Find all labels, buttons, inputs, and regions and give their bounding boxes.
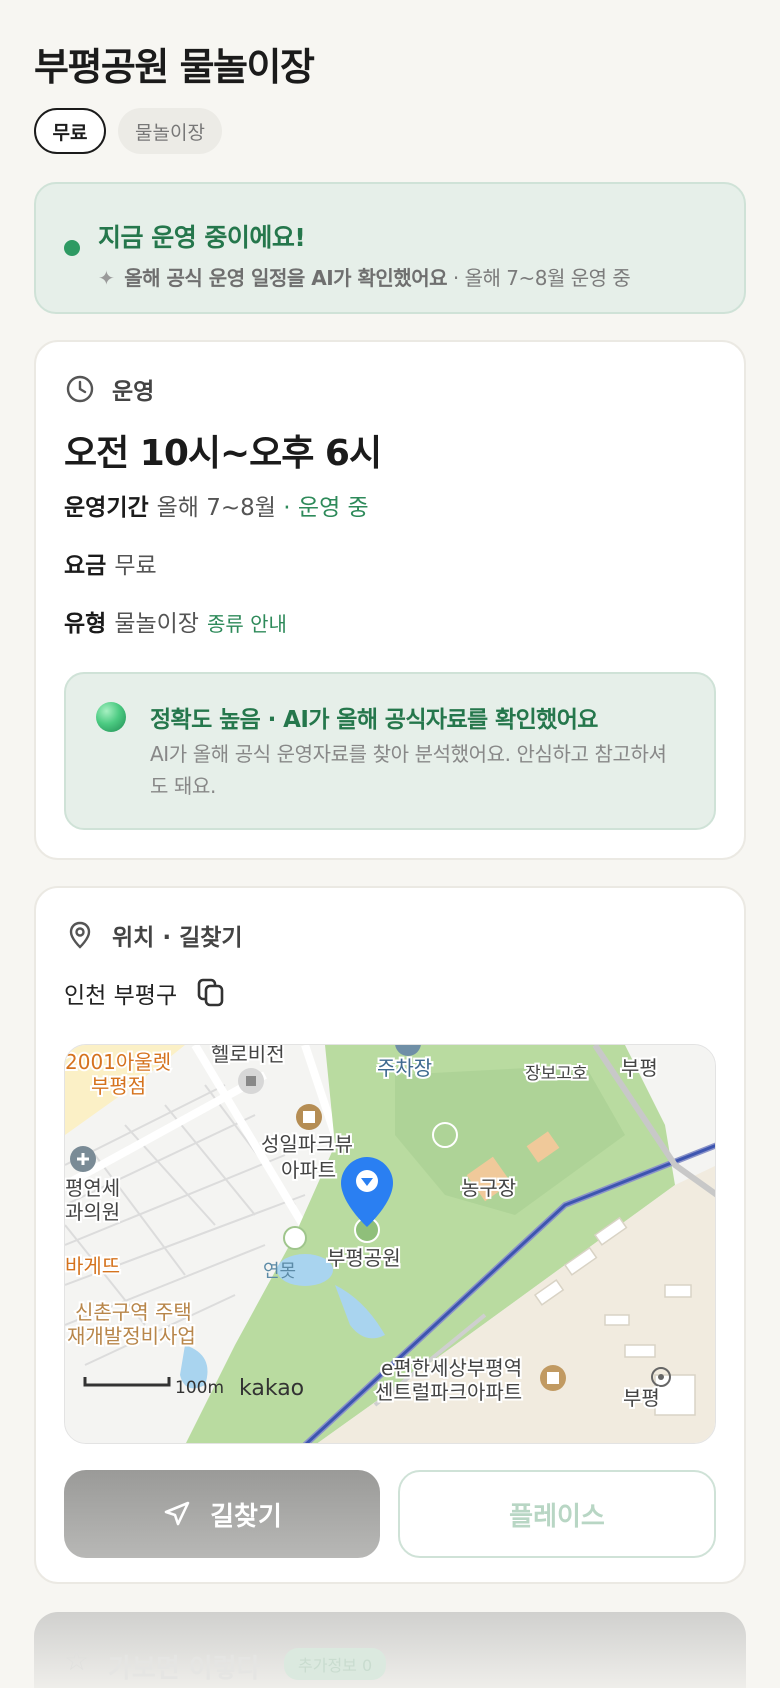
accuracy-description: AI가 올해 공식 운영자료를 찾아 분석했어요. 안심하고 참고하셔도 돼요. [150,742,667,798]
next-section-badge: 추가정보 0 [284,1648,387,1680]
map-label-pond: 연못 [263,1261,296,1282]
chip-fee[interactable]: 무료 [34,108,106,154]
clock-icon [66,375,94,403]
map-label-redev2: 재개발정비사업 [67,1324,196,1348]
map-label-school: 장보고호 [525,1064,588,1084]
map-label-court: 농구장 [461,1176,516,1200]
map-label-store: 2001아울렛 [65,1050,171,1074]
status-dot-icon [64,240,80,256]
accuracy-box: 정확도 높음 · AI가 올해 공식자료를 확인했어요 AI가 올해 공식 운영… [64,672,716,830]
map-label-clinic2: 과의원 [65,1200,120,1224]
map-scale: 100m [175,1378,224,1398]
map-label-station-top: 부평 [621,1056,658,1080]
map-label-apt2b: 센트럴파크아파트 [375,1380,522,1404]
map-brand: kakao [239,1376,304,1401]
type-guide-link[interactable]: 종류 안내 [207,612,287,636]
next-section-card: ☆ 가보면 이렇다 추가정보 0 [34,1612,746,1688]
map-label-bakery: 바게뜨 [65,1254,120,1278]
page-title: 부평공원 물놀이장 [34,45,315,89]
hours-section-header: 운영 [64,372,154,406]
next-section-title: 가보면 이렇다 [108,1654,261,1684]
operating-status-box: 지금 운영 중이에요! ✦ 올해 공식 운영 일정을 AI가 확인했어요 · 올해… [34,182,746,314]
info-value: 물놀이장 [114,611,199,637]
map-label-tv: 헬로비전 [211,1045,285,1066]
directions-button[interactable]: 길찾기 [64,1470,380,1558]
star-icon: ☆ [64,1644,90,1677]
sparkle-icon: ✦ [98,266,115,290]
map-label-park: 부평공원 [327,1246,401,1270]
status-period: 올해 7~8월 운영 중 [464,266,631,290]
copy-icon[interactable] [195,977,227,1009]
status-ai-note: 올해 공식 운영 일정을 AI가 확인했어요 [124,266,447,290]
navigation-arrow-icon [164,1501,190,1526]
map-label-redev1: 신촌구역 주택 [75,1300,192,1324]
info-row-type: 유형 물놀이장 종류 안내 [64,604,287,638]
map-label-station-edge: 부평 [623,1386,660,1410]
place-detail-page: 부평공원 물놀이장 무료 물놀이장 지금 운영 중이에요! ✦ 올해 공식 운영 … [0,0,780,1688]
info-key: 요금 [64,553,107,579]
status-separator: · [452,266,459,290]
location-card: 위치 · 길찾기 인천 부평구 2001아울렛 부평점 바게뜨 헬로비전 성일파… [34,886,746,1584]
map-pin-icon [69,921,91,949]
status-subtext: ✦ 올해 공식 운영 일정을 AI가 확인했어요 · 올해 7~8월 운영 중 [98,262,631,291]
info-row-fee: 요금 무료 [64,546,157,580]
info-key: 운영기간 [64,495,149,521]
map-canvas: 2001아울렛 부평점 바게뜨 헬로비전 성일파크뷰 아파트 평연세 과의원 농… [65,1045,715,1443]
address-row: 인천 부평구 [64,976,227,1010]
accuracy-orb-icon [96,702,126,732]
address-text: 인천 부평구 [64,983,178,1009]
hours-card: 운영 오전 10시~오후 6시 운영기간 올해 7~8월 · 운영 중 요금 무료 … [34,340,746,860]
location-section-label: 위치 · 길찾기 [112,925,243,951]
map-label-apt2: e편한세상부평역 [381,1356,522,1380]
info-row-period: 운영기간 올해 7~8월 · 운영 중 [64,488,369,522]
location-map[interactable]: 2001아울렛 부평점 바게뜨 헬로비전 성일파크뷰 아파트 평연세 과의원 농… [64,1044,716,1444]
operating-hours: 오전 10시~오후 6시 [64,433,382,474]
accuracy-title: 정확도 높음 · AI가 올해 공식자료를 확인했어요 [150,707,598,733]
map-label-apt1b: 아파트 [281,1158,336,1182]
map-label-parking: 주차장 [377,1056,432,1080]
info-key: 유형 [64,611,107,637]
directions-label: 길찾기 [210,1501,282,1532]
chip-type[interactable]: 물놀이장 [118,108,222,154]
place-button[interactable]: 플레이스 [398,1470,716,1558]
map-label-clinic: 평연세 [65,1176,120,1200]
hours-section-label: 운영 [112,379,155,405]
status-title: 지금 운영 중이에요! [98,223,306,252]
info-value: 올해 7~8월 [156,495,276,521]
map-label-store2: 부평점 [91,1074,146,1098]
location-section-header: 위치 · 길찾기 [64,918,243,952]
map-label-apt1: 성일파크뷰 [261,1132,353,1156]
info-extra: · 운영 중 [283,495,369,521]
info-value: 무료 [114,553,157,579]
